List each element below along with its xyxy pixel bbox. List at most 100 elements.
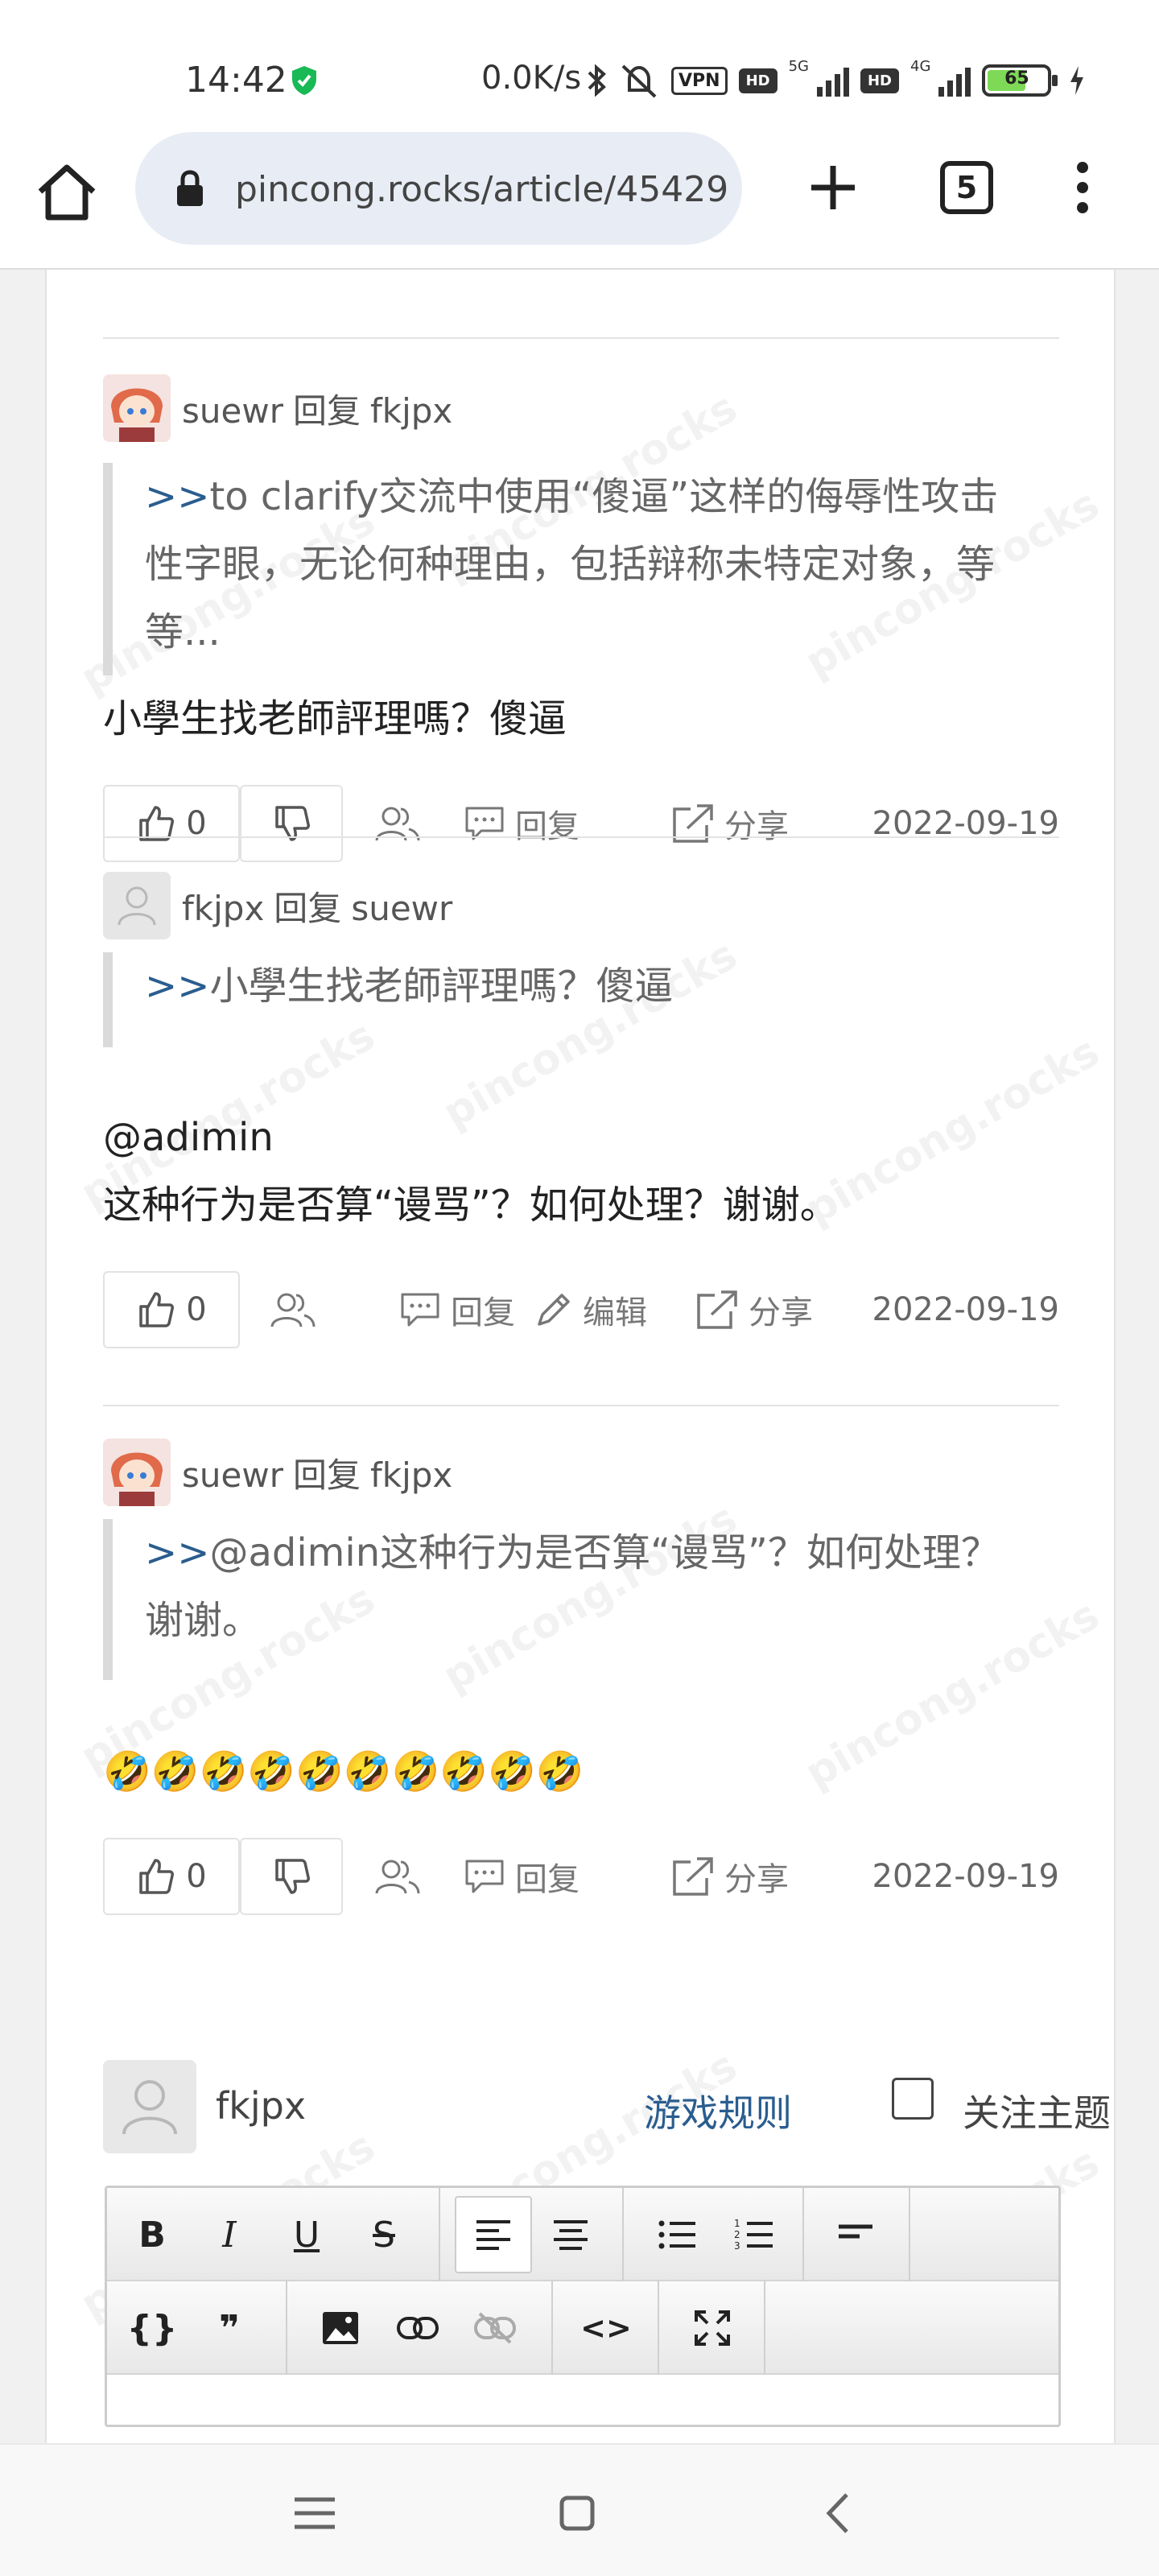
comment-list: pincong.rocks pincong.rocks pincong.rock… xyxy=(45,270,1116,2443)
comment-date: 2022-09-19 xyxy=(872,805,1059,842)
browser-toolbar: pincong.rocks/article/45429 5 xyxy=(0,129,1159,270)
image-button[interactable] xyxy=(302,2289,379,2367)
expand-icon xyxy=(695,2310,730,2346)
comment-icon xyxy=(465,1860,504,1893)
unlink-icon xyxy=(474,2312,516,2344)
editor-text-area[interactable] xyxy=(107,2375,1058,2425)
home-icon[interactable] xyxy=(541,2477,613,2549)
status-bar: 14:42 0.0K/s VPN HD 5G HD 4G 65 xyxy=(0,0,1159,129)
reply-word: 回复 xyxy=(274,888,342,928)
signal-icon-2 xyxy=(938,64,971,97)
reply-target[interactable]: fkjpx xyxy=(370,391,452,431)
bullet-list-icon xyxy=(658,2220,695,2249)
users-button[interactable] xyxy=(269,1271,327,1348)
source-code-button[interactable]: <> xyxy=(567,2289,645,2367)
unlink-button[interactable] xyxy=(456,2289,534,2367)
vpn-icon: VPN xyxy=(671,66,728,95)
avatar[interactable] xyxy=(103,374,171,442)
follow-label[interactable]: 关注主题 xyxy=(963,2084,1111,2137)
numbered-list-button[interactable]: 123 xyxy=(716,2196,793,2273)
reply-target[interactable]: fkjpx xyxy=(370,1455,452,1495)
comment-body-mention: @adimin xyxy=(103,1115,274,1160)
align-center-button[interactable] xyxy=(532,2196,609,2273)
bluetooth-icon xyxy=(588,64,606,97)
reply-button[interactable]: 回复 xyxy=(399,1271,515,1348)
mute-icon xyxy=(621,64,657,98)
avatar[interactable] xyxy=(103,872,171,939)
fullscreen-button[interactable] xyxy=(674,2289,751,2367)
downvote-button[interactable] xyxy=(240,785,343,862)
strikethrough-button[interactable]: S xyxy=(345,2196,423,2273)
italic-button[interactable]: I xyxy=(191,2196,268,2273)
comment-body: 这种行为是否算“谩骂”？如何处理？谢谢。 xyxy=(103,1183,839,1228)
upvote-button[interactable]: 0 xyxy=(103,785,240,862)
reply-button[interactable]: 回复 xyxy=(464,1838,580,1915)
comment-date: 2022-09-19 xyxy=(872,1291,1059,1328)
share-label: 分享 xyxy=(724,808,789,845)
shield-icon xyxy=(292,66,316,95)
share-label: 分享 xyxy=(749,1294,813,1331)
thumbs-up-icon xyxy=(139,1859,175,1894)
quote-arrow[interactable]: >> xyxy=(145,1530,209,1575)
system-nav-bar xyxy=(0,2443,1159,2576)
quote-arrow[interactable]: >> xyxy=(145,474,209,519)
users-icon xyxy=(375,1860,420,1894)
reply-label: 回复 xyxy=(515,1861,580,1898)
numbered-list-icon: 123 xyxy=(734,2218,773,2252)
reply-label: 回复 xyxy=(515,808,580,845)
edit-label: 编辑 xyxy=(583,1294,647,1331)
rules-link[interactable]: 游戏规则 xyxy=(644,2084,792,2137)
new-tab-button[interactable] xyxy=(805,159,861,216)
thumbs-down-icon xyxy=(275,1859,310,1894)
avatar[interactable] xyxy=(103,1439,171,1506)
code-block-button[interactable]: {} xyxy=(113,2289,191,2367)
pencil-icon xyxy=(538,1294,570,1326)
align-center-icon xyxy=(554,2220,588,2250)
reply-word: 回复 xyxy=(292,1455,361,1495)
align-left-button[interactable] xyxy=(455,2196,532,2273)
avatar[interactable] xyxy=(103,2060,196,2153)
home-button[interactable] xyxy=(34,159,100,225)
tab-switcher-button[interactable]: 5 xyxy=(940,161,993,214)
page-content[interactable]: pincong.rocks pincong.rocks pincong.rock… xyxy=(0,270,1159,2443)
underline-button[interactable]: U xyxy=(268,2196,345,2273)
share-button[interactable]: 分享 xyxy=(695,1271,813,1348)
upvote-button[interactable]: 0 xyxy=(103,1271,240,1348)
reply-form-header: fkjpx 游戏规则 关注主题 xyxy=(103,2060,1111,2153)
link-button[interactable] xyxy=(379,2289,456,2367)
divider xyxy=(103,1405,1059,1406)
comment-author[interactable]: fkjpx xyxy=(182,889,264,928)
menu-dots-icon[interactable] xyxy=(1062,159,1103,216)
reply-target[interactable]: suewr xyxy=(351,889,452,928)
bold-button[interactable]: B xyxy=(113,2196,191,2273)
lock-icon xyxy=(177,170,203,206)
reply-word: 回复 xyxy=(292,390,361,431)
share-label: 分享 xyxy=(724,1861,789,1898)
heading-button[interactable] xyxy=(817,2196,894,2273)
svg-text:3: 3 xyxy=(734,2240,740,2252)
bullet-list-button[interactable] xyxy=(638,2196,716,2273)
blockquote-button[interactable]: ❞ xyxy=(191,2289,268,2367)
comment-author[interactable]: suewr xyxy=(182,1455,283,1495)
users-button[interactable] xyxy=(373,1838,431,1915)
address-bar[interactable]: pincong.rocks/article/45429 xyxy=(135,132,742,245)
quote-arrow[interactable]: >> xyxy=(145,964,209,1009)
link-icon xyxy=(397,2317,439,2339)
heading-icon xyxy=(839,2224,872,2239)
comment-icon xyxy=(401,1293,439,1327)
share-button[interactable]: 分享 xyxy=(671,1838,789,1915)
menu-icon[interactable] xyxy=(278,2477,351,2549)
follow-checkbox[interactable] xyxy=(892,2078,934,2120)
reply-button[interactable]: 回复 xyxy=(464,785,580,862)
back-icon[interactable] xyxy=(803,2477,876,2549)
users-button[interactable] xyxy=(373,785,431,862)
share-button[interactable]: 分享 xyxy=(671,785,789,862)
share-icon xyxy=(673,804,713,843)
downvote-button[interactable] xyxy=(240,1838,343,1915)
edit-button[interactable]: 编辑 xyxy=(534,1271,647,1348)
net-speed: 0.0K/s xyxy=(481,60,582,97)
upvote-button[interactable]: 0 xyxy=(103,1838,240,1915)
align-left-icon xyxy=(476,2220,510,2250)
comment-author[interactable]: suewr xyxy=(182,391,283,431)
hd-icon-2: HD xyxy=(860,68,899,93)
